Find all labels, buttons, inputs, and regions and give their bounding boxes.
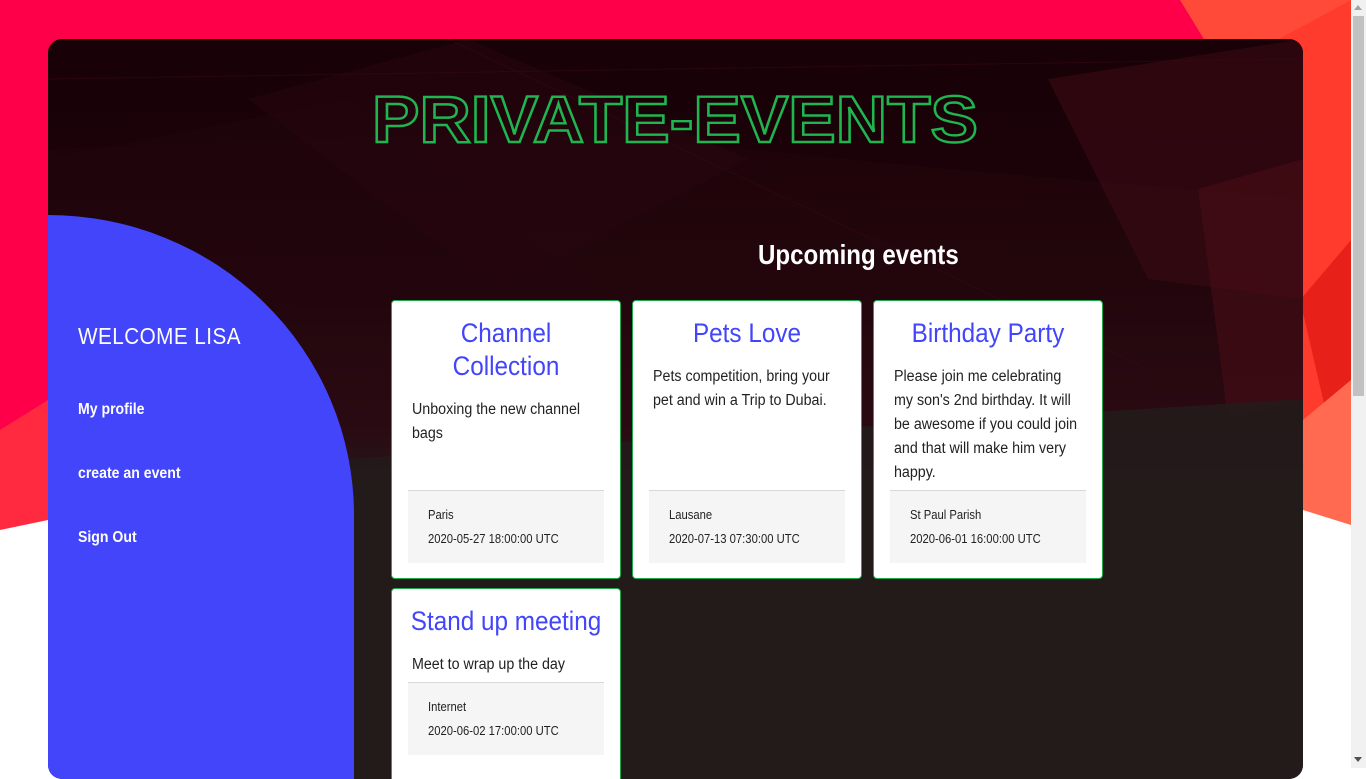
page-scrollbar[interactable] <box>1351 0 1366 768</box>
event-description: Meet to wrap up the day <box>412 656 565 673</box>
event-location: Lausane <box>669 508 713 522</box>
event-description: Pets competition, bring your pet and win… <box>653 368 830 409</box>
event-card[interactable]: Birthday Party Please join me celebratin… <box>873 300 1103 579</box>
event-footer: Internet 2020-06-02 17:00:00 UTC <box>408 682 604 755</box>
upcoming-events-title: Upcoming events <box>758 239 959 270</box>
event-location: St Paul Parish <box>910 508 982 522</box>
event-description: Please join me celebrating my son's 2nd … <box>894 368 1078 481</box>
event-card[interactable]: Pets Love Pets competition, bring your p… <box>632 300 862 579</box>
main-panel: PRIVATE-EVENTS PRIVATE-EVENTS WELCOME LI… <box>48 39 1303 779</box>
event-location: Paris <box>428 508 454 522</box>
private-events-logo: PRIVATE-EVENTS PRIVATE-EVENTS <box>372 87 978 153</box>
scroll-down-arrow-icon[interactable] <box>1354 757 1362 762</box>
scroll-up-arrow-icon[interactable] <box>1354 5 1362 10</box>
event-date: 2020-05-27 18:00:00 UTC <box>428 532 559 546</box>
event-footer: St Paul Parish 2020-06-01 16:00:00 UTC <box>890 490 1086 563</box>
event-date: 2020-06-02 17:00:00 UTC <box>428 724 559 738</box>
event-title[interactable]: Channel Collection <box>409 317 603 383</box>
welcome-text: WELCOME LISA <box>78 323 241 349</box>
sign-out-link[interactable]: Sign Out <box>78 529 137 547</box>
event-title[interactable]: Stand up meeting <box>409 605 603 638</box>
create-event-link[interactable]: create an event <box>78 465 181 483</box>
event-location: Internet <box>428 700 467 714</box>
event-title[interactable]: Birthday Party <box>891 317 1085 350</box>
scrollbar-thumb[interactable] <box>1353 16 1364 396</box>
event-card[interactable]: Stand up meeting Meet to wrap up the day… <box>391 588 621 779</box>
event-description: Unboxing the new channel bags <box>412 401 581 442</box>
event-date: 2020-07-13 07:30:00 UTC <box>669 532 800 546</box>
event-footer: Paris 2020-05-27 18:00:00 UTC <box>408 490 604 563</box>
event-card[interactable]: Channel Collection Unboxing the new chan… <box>391 300 621 579</box>
event-date: 2020-06-01 16:00:00 UTC <box>910 532 1041 546</box>
my-profile-link[interactable]: My profile <box>78 401 144 419</box>
event-title[interactable]: Pets Love <box>650 317 844 350</box>
event-footer: Lausane 2020-07-13 07:30:00 UTC <box>649 490 845 563</box>
